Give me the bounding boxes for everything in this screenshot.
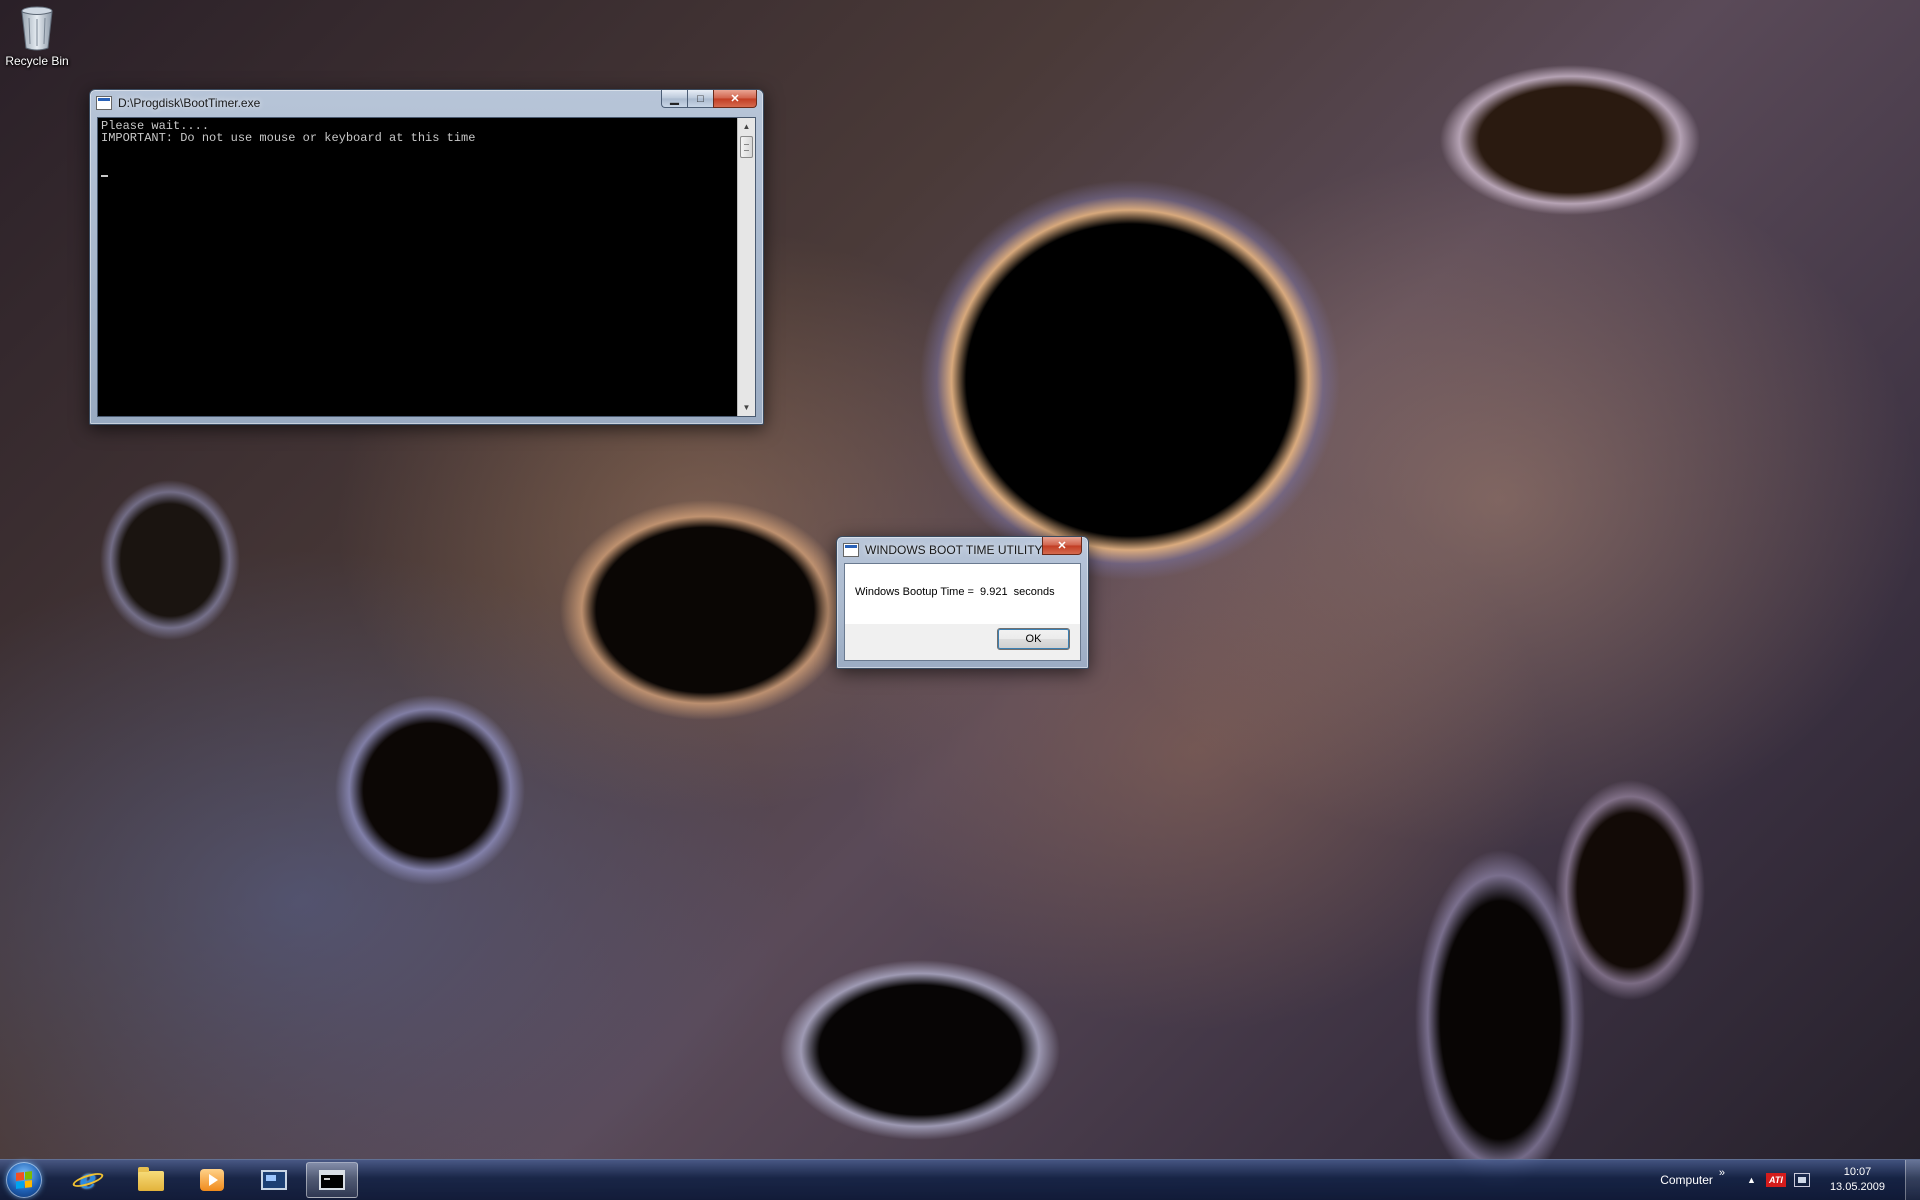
desktop-icon-label: Recycle Bin — [5, 54, 69, 68]
scroll-down-arrow-icon[interactable]: ▼ — [738, 399, 755, 416]
console-titlebar[interactable]: D:\Progdisk\BootTimer.exe ▁ □ ✕ — [96, 90, 757, 116]
console-caption-buttons: ▁ □ ✕ — [661, 90, 757, 108]
clock-date: 13.05.2009 — [1829, 1181, 1885, 1193]
text-cursor — [101, 175, 108, 177]
maximize-button[interactable]: □ — [687, 90, 713, 108]
clock[interactable]: 10:07 13.05.2009 — [1830, 1165, 1885, 1195]
dialog-close-button[interactable]: ✕ — [1042, 537, 1082, 555]
show-desktop-button[interactable] — [1905, 1160, 1920, 1200]
folder-icon — [136, 1167, 164, 1193]
media-player-icon — [198, 1167, 226, 1193]
start-button[interactable] — [6, 1162, 42, 1198]
dialog-app-icon[interactable] — [843, 543, 859, 557]
close-button[interactable]: ✕ — [713, 90, 757, 108]
vertical-scrollbar[interactable]: ▲ ▼ — [737, 118, 755, 416]
notification-area: Computer » ▲ ATI 10:07 13.05.2009 — [1660, 1160, 1920, 1200]
ati-tray-icon[interactable]: ATI — [1765, 1173, 1786, 1187]
taskbar-media-player[interactable] — [186, 1162, 238, 1198]
dialog-caption-buttons: ✕ — [1042, 537, 1082, 555]
ok-button[interactable]: OK — [997, 628, 1070, 650]
clock-time: 10:07 — [1843, 1166, 1872, 1178]
close-icon: ✕ — [730, 93, 740, 105]
recycle-bin-icon — [21, 6, 53, 51]
dialog-body: Windows Bootup Time = 9.921 seconds OK — [844, 563, 1081, 661]
console-app-icon[interactable] — [96, 96, 112, 110]
internet-explorer-icon: e — [71, 1165, 105, 1195]
toolbar-computer-label[interactable]: Computer — [1660, 1173, 1713, 1187]
boot-time-dialog[interactable]: WINDOWS BOOT TIME UTILITY ✕ Windows Boot… — [836, 536, 1089, 669]
console-output-area[interactable]: Please wait.... IMPORTANT: Do not use mou… — [97, 117, 756, 417]
scroll-up-arrow-icon[interactable]: ▲ — [738, 118, 755, 135]
minimize-icon: ▁ — [670, 93, 679, 105]
dialog-title: WINDOWS BOOT TIME UTILITY — [865, 543, 1043, 557]
monitor-icon — [260, 1167, 288, 1193]
console-line: IMPORTANT: Do not use mouse or keyboard … — [101, 131, 476, 145]
taskbar: e Computer » ▲ ATI 10:07 13.05.2009 — [0, 1159, 1920, 1200]
dialog-message-area: Windows Bootup Time = 9.921 seconds — [845, 564, 1080, 624]
windows-logo-icon — [16, 1171, 32, 1189]
show-hidden-icons-arrow-icon[interactable]: ▲ — [1747, 1175, 1756, 1185]
console-icon — [318, 1167, 346, 1193]
network-icon[interactable] — [1793, 1173, 1810, 1187]
close-icon: ✕ — [1057, 540, 1067, 552]
dialog-message: Windows Bootup Time = 9.921 seconds — [855, 586, 1055, 598]
taskbar-windows-explorer[interactable] — [124, 1162, 176, 1198]
desktop-icon-recycle-bin[interactable]: Recycle Bin — [4, 4, 70, 68]
taskbar-command-prompt[interactable] — [306, 1162, 358, 1198]
taskbar-internet-explorer[interactable]: e — [62, 1162, 114, 1198]
console-output: Please wait.... IMPORTANT: Do not use mou… — [101, 120, 735, 144]
console-window[interactable]: D:\Progdisk\BootTimer.exe ▁ □ ✕ Please w… — [89, 89, 764, 425]
taskbar-remote-desktop[interactable] — [248, 1162, 300, 1198]
console-title: D:\Progdisk\BootTimer.exe — [118, 96, 261, 110]
dialog-titlebar[interactable]: WINDOWS BOOT TIME UTILITY ✕ — [843, 537, 1082, 563]
maximize-icon: □ — [697, 92, 704, 105]
toolbar-chevron-icon[interactable]: » — [1719, 1167, 1725, 1179]
minimize-button[interactable]: ▁ — [661, 90, 687, 108]
scroll-thumb[interactable] — [740, 136, 753, 158]
